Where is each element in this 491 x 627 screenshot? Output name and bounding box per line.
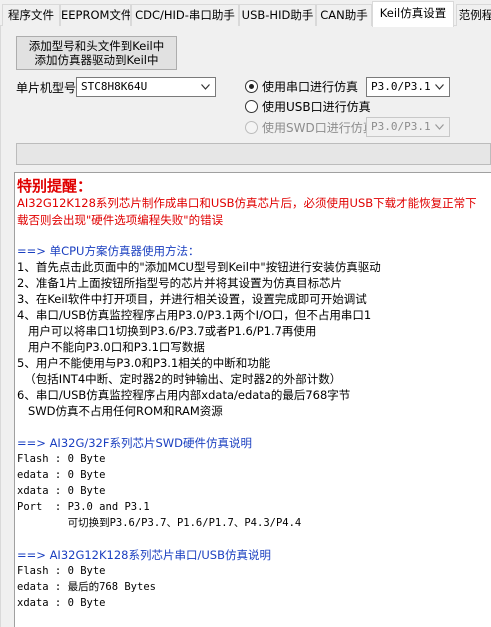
- tab-can[interactable]: CAN助手: [316, 4, 372, 26]
- tab-examples[interactable]: 范例程: [456, 4, 491, 26]
- radio-usb-dot[interactable]: [245, 100, 258, 113]
- mcu-select[interactable]: STC8H8K64U: [76, 77, 216, 97]
- radio-swd: 使用SWD口进行仿真: [245, 119, 375, 136]
- info-line: 4、串口/USB仿真监控程序占用P3.0/P3.1两个I/O口，但不占用串口1: [17, 308, 372, 322]
- info-line: edata : 0 Byte: [17, 469, 106, 481]
- warning-text: AI32G12K128系列芯片制作成串口和USB仿真芯片后，必须使用USB下载才…: [17, 196, 477, 227]
- chevron-down-icon: [431, 119, 447, 135]
- tab-eeprom-file[interactable]: EEPROM文件: [60, 4, 131, 26]
- chevron-down-icon: [197, 79, 213, 95]
- swd-port-value: P3.0/P3.1: [371, 120, 431, 133]
- chevron-down-icon: [431, 79, 447, 95]
- info-line: 用户可以将串口1切换到P3.6/P3.7或者P1.6/P1.7再使用: [17, 324, 317, 338]
- section-heading: ==> AI32G12K128系列芯片串口/USB仿真说明: [17, 548, 271, 562]
- radio-serial-dot[interactable]: [245, 80, 258, 93]
- radio-serial[interactable]: 使用串口进行仿真: [245, 78, 358, 95]
- add-to-keil-button[interactable]: 添加型号和头文件到Keil中 添加仿真器驱动到Keil中: [16, 36, 177, 70]
- progress-bar: [16, 143, 491, 165]
- info-line: 可切换到P3.6/P3.7、P1.6/P1.7、P4.3/P4.4: [17, 517, 302, 529]
- tab-bar: 程序文件 EEPROM文件 CDC/HID-串口助手 USB-HID助手 CAN…: [0, 0, 491, 27]
- info-line: xdata : 0 Byte: [17, 597, 106, 609]
- info-line: SWD仿真不占用任何ROM和RAM资源: [17, 404, 223, 418]
- info-line: 用户不能向P3.0口和P3.1口写数据: [17, 340, 205, 354]
- info-line: 3、在Keil软件中打开项目，并进行相关设置，设置完成即可开始调试: [17, 292, 367, 306]
- tab-program-file[interactable]: 程序文件: [2, 4, 60, 26]
- radio-usb-label: 使用USB口进行仿真: [262, 100, 371, 114]
- serial-port-select[interactable]: P3.0/P3.1: [366, 77, 450, 97]
- info-line: Flash : 0 Byte: [17, 453, 106, 465]
- info-line: xdata : 0 Byte: [17, 485, 106, 497]
- mcu-value: STC8H8K64U: [81, 80, 148, 93]
- mcu-label: 单片机型号: [16, 81, 77, 95]
- section-heading: ==> 单CPU方案仿真器使用方法：: [17, 244, 200, 258]
- tab-cdc-hid-serial[interactable]: CDC/HID-串口助手: [131, 4, 239, 26]
- info-line: 1、首先点击此页面中的"添加MCU型号到Keil中"按钮进行安装仿真驱动: [17, 260, 381, 274]
- info-line: 2、准备1片上面按钮所指型号的芯片并将其设置为仿真目标芯片: [17, 276, 343, 290]
- info-text-area[interactable]: 特别提醒： AI32G12K128系列芯片制作成串口和USB仿真芯片后，必须使用…: [14, 172, 491, 627]
- warning-title: 特别提醒：: [17, 177, 93, 195]
- section-heading: ==> AI32G/32F系列芯片SWD硬件仿真说明: [17, 436, 253, 450]
- radio-swd-label: 使用SWD口进行仿真: [262, 121, 375, 135]
- radio-usb[interactable]: 使用USB口进行仿真: [245, 98, 371, 115]
- info-line: 5、用户不能使用与P3.0和P3.1相关的中断和功能: [17, 356, 271, 370]
- add-button-line1: 添加型号和头文件到Keil中: [28, 39, 165, 53]
- info-line: Flash : 0 Byte: [17, 565, 106, 577]
- radio-swd-dot: [245, 121, 258, 134]
- info-line: 6、串口/USB仿真监控程序占用内部xdata/edata的最后768字节: [17, 388, 351, 402]
- tab-keil-emulation[interactable]: Keil仿真设置: [372, 1, 454, 27]
- tab-usb-hid[interactable]: USB-HID助手: [239, 4, 316, 26]
- add-button-line2: 添加仿真器驱动到Keil中: [34, 53, 159, 67]
- info-line: edata : 最后的768 Bytes: [17, 581, 156, 593]
- info-line: Port : P3.0 and P3.1: [17, 501, 150, 513]
- swd-port-select: P3.0/P3.1: [366, 117, 450, 137]
- radio-serial-label: 使用串口进行仿真: [262, 80, 359, 94]
- info-line: （包括INT4中断、定时器2的时钟输出、定时器2的外部计数）: [17, 372, 342, 386]
- serial-port-value: P3.0/P3.1: [371, 80, 431, 93]
